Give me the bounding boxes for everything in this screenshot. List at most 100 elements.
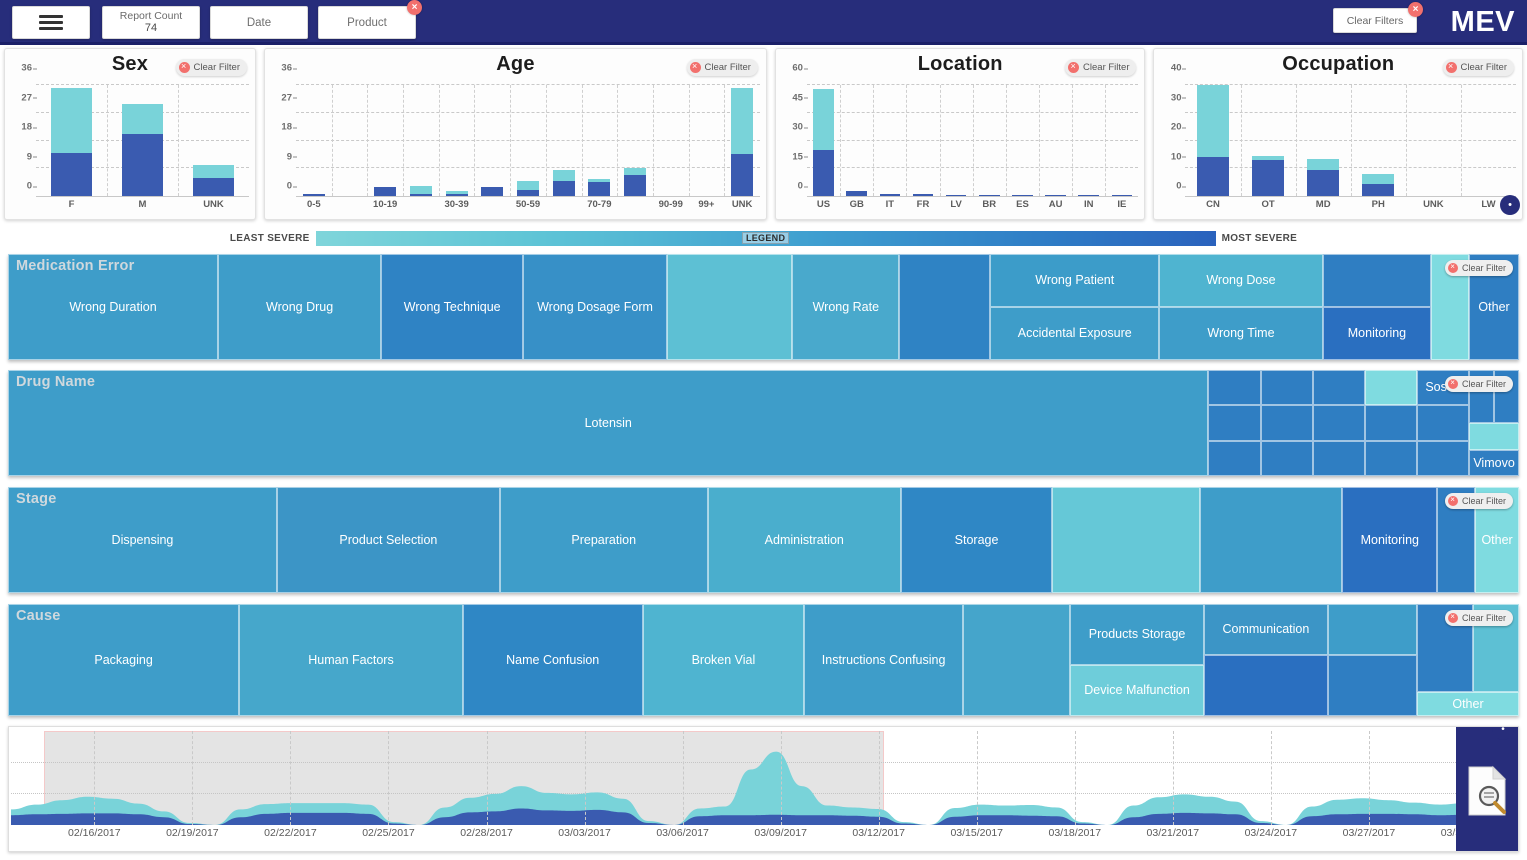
treemap-cell[interactable]: [962, 604, 1071, 716]
treemap-cell-wrong-rate[interactable]: Wrong Rate: [792, 254, 900, 360]
treemap-cell-wrong-dosage-form[interactable]: Wrong Dosage Form: [523, 254, 667, 360]
treemap-cell[interactable]: [1327, 604, 1417, 655]
bar-age-50-59[interactable]: [516, 180, 540, 196]
treemap-cell-product-selection[interactable]: Product Selection: [276, 487, 500, 593]
bar-location-in[interactable]: [1078, 194, 1100, 196]
treemap-cell[interactable]: [1364, 405, 1417, 441]
treemap-cell-lotensin[interactable]: Lotensin: [8, 370, 1209, 476]
product-clear-icon[interactable]: ×: [407, 0, 422, 15]
bar-age-40-49[interactable]: [481, 186, 504, 196]
bar-age-60-69[interactable]: [552, 170, 575, 196]
clear-filter-stage[interactable]: Clear Filter: [1444, 493, 1513, 509]
bar-location-us[interactable]: [813, 88, 834, 196]
bar-sex-f[interactable]: [50, 88, 93, 196]
clear-filter-medication-error[interactable]: Clear Filter: [1444, 260, 1513, 276]
treemap-cell[interactable]: [1417, 440, 1470, 476]
treemap-cell[interactable]: [899, 254, 991, 360]
bar-age-70-79[interactable]: [588, 179, 611, 196]
treemap-cell-wrong-drug[interactable]: Wrong Drug: [218, 254, 382, 360]
treemap-cell[interactable]: [1327, 654, 1417, 716]
bar-location-br[interactable]: [979, 194, 1000, 196]
treemap-cell[interactable]: [1364, 440, 1417, 476]
treemap-cell-device-malfunction[interactable]: Device Malfunction: [1070, 665, 1204, 716]
clear-filter-cause[interactable]: Clear Filter: [1444, 610, 1513, 626]
treemap-cell[interactable]: [666, 254, 793, 360]
treemap-cell[interactable]: [1312, 370, 1365, 406]
bar-age-unk[interactable]: [731, 88, 754, 196]
date-filter-button[interactable]: Date: [210, 6, 308, 39]
bar-occupation-ph[interactable]: [1362, 173, 1395, 196]
treemap-cell-monitoring[interactable]: Monitoring: [1322, 307, 1432, 360]
treemap-cell-wrong-technique[interactable]: Wrong Technique: [381, 254, 524, 360]
treemap-cell[interactable]: [1469, 423, 1519, 450]
bar-location-es[interactable]: [1012, 194, 1033, 196]
treemap-cell-broken-vial[interactable]: Broken Vial: [642, 604, 805, 716]
treemap-cell-wrong-dose[interactable]: Wrong Dose: [1159, 254, 1323, 307]
bar-location-gb[interactable]: [846, 191, 867, 196]
bar-location-au[interactable]: [1045, 194, 1066, 196]
treemap-cell[interactable]: [1203, 654, 1328, 716]
gridline: [1172, 731, 1174, 825]
treemap-cell[interactable]: [1260, 405, 1313, 441]
treemap-cell-name-confusion[interactable]: Name Confusion: [462, 604, 643, 716]
treemap-cell-packaging[interactable]: Packaging: [8, 604, 240, 716]
clear-filter-drug-name[interactable]: Clear Filter: [1444, 376, 1513, 392]
document-viewer-panel[interactable]: •: [1456, 727, 1518, 851]
treemap-cell-dispensing[interactable]: Dispensing: [8, 487, 277, 593]
bar-occupation-ot[interactable]: [1252, 156, 1285, 196]
treemap-cell-communication[interactable]: Communication: [1203, 604, 1328, 655]
bar-age-10-19[interactable]: [374, 186, 397, 196]
treemap-cell-human-factors[interactable]: Human Factors: [239, 604, 463, 716]
bar-occupation-md[interactable]: [1307, 159, 1340, 196]
treemap-cell-storage[interactable]: Storage: [901, 487, 1053, 593]
treemap-cell[interactable]: [1417, 405, 1470, 441]
treemap-cell-products-storage[interactable]: Products Storage: [1070, 604, 1204, 666]
menu-button[interactable]: [12, 6, 90, 39]
bar-sex-unk[interactable]: [192, 165, 235, 196]
treemap-cell[interactable]: [1260, 440, 1313, 476]
report-count-button[interactable]: Report Count 74: [102, 6, 200, 39]
clear-filter-location[interactable]: Clear Filter: [1065, 59, 1137, 76]
treemap-cell-monitoring[interactable]: Monitoring: [1342, 487, 1438, 593]
treemap-cell[interactable]: [1312, 405, 1365, 441]
timeline-area-chart[interactable]: 02/16/2017 02/19/2017 02/22/2017 02/25/2017…: [8, 726, 1519, 852]
treemap-cell-wrong-duration[interactable]: Wrong Duration: [8, 254, 219, 360]
bar-occupation-cn[interactable]: [1197, 85, 1229, 196]
clear-filters-button[interactable]: Clear Filters ×: [1333, 2, 1423, 33]
treemap-cell-other[interactable]: Other: [1417, 692, 1519, 716]
treemap-cell[interactable]: [1200, 487, 1343, 593]
bar-age-0-5[interactable]: [302, 193, 325, 196]
treemap-cell-accidental-exposure[interactable]: Accidental Exposure: [990, 307, 1160, 360]
treemap-cell[interactable]: [1260, 370, 1313, 406]
clear-filters-close-icon[interactable]: ×: [1408, 2, 1423, 17]
treemap-cell-administration[interactable]: Administration: [707, 487, 901, 593]
bar-sex-m[interactable]: [121, 103, 164, 196]
timeline-plot[interactable]: [11, 731, 1516, 825]
bar-location-ie[interactable]: [1111, 194, 1133, 196]
hamburger-icon: [39, 12, 63, 33]
treemap-cell-instructions-confusing[interactable]: Instructions Confusing: [804, 604, 963, 716]
treemap-cell-preparation[interactable]: Preparation: [499, 487, 708, 593]
document-panel-toggle[interactable]: •: [1492, 727, 1514, 740]
treemap-cell[interactable]: [1208, 440, 1261, 476]
bar-location-fr[interactable]: [912, 193, 934, 196]
treemap-cell[interactable]: [1208, 370, 1261, 406]
treemap-cell[interactable]: [1364, 370, 1417, 406]
bar-location-lv[interactable]: [945, 194, 967, 196]
clear-filter-age[interactable]: Clear Filter: [686, 59, 758, 76]
bar-age-20-29[interactable]: [409, 186, 432, 196]
treemap-cell-vimovo[interactable]: Vimovo: [1469, 449, 1519, 476]
treemap-cell[interactable]: [1208, 405, 1261, 441]
treemap-cell[interactable]: [1322, 254, 1432, 307]
bar-age-80-89[interactable]: [623, 167, 647, 196]
treemap-cell[interactable]: [1052, 487, 1201, 593]
bar-age-30-39[interactable]: [445, 191, 468, 196]
occupation-next-page-button[interactable]: •: [1500, 195, 1520, 215]
clear-filter-occupation[interactable]: Clear Filter: [1442, 59, 1514, 76]
treemap-cell-wrong-patient[interactable]: Wrong Patient: [990, 254, 1160, 307]
clear-filter-sex[interactable]: Clear Filter: [175, 59, 247, 76]
treemap-cell[interactable]: [1312, 440, 1365, 476]
treemap-cell-wrong-time[interactable]: Wrong Time: [1159, 307, 1323, 360]
bar-location-it[interactable]: [879, 193, 901, 196]
product-filter-button[interactable]: Product ×: [318, 0, 422, 39]
